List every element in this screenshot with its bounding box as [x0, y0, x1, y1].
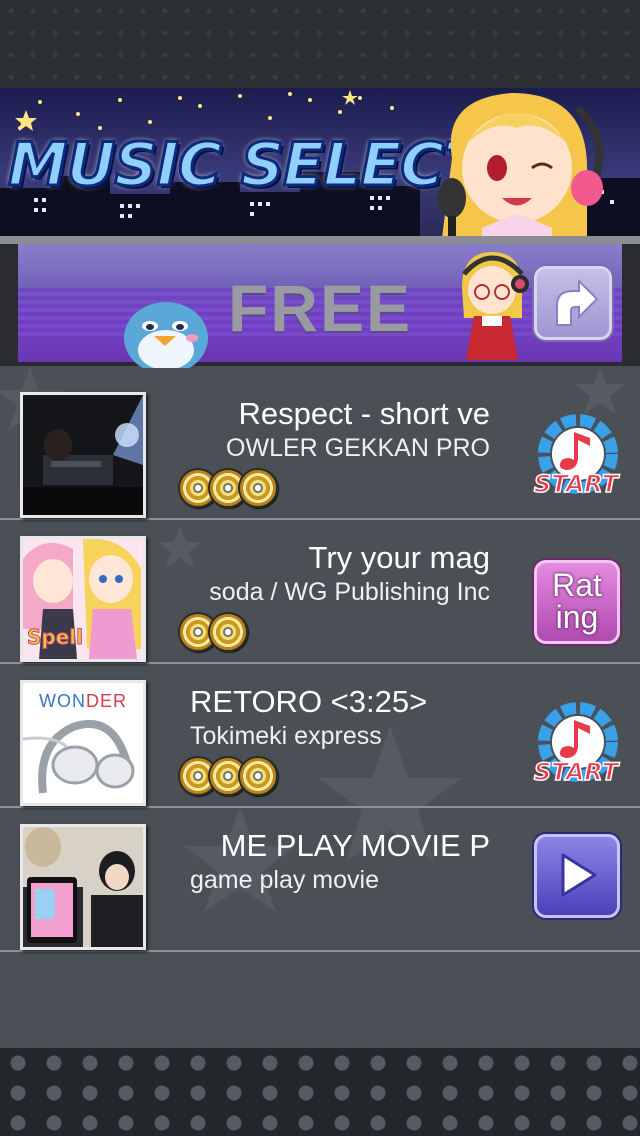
play-movie-button[interactable] [534, 834, 620, 918]
play-icon [561, 853, 597, 897]
people-photo-icon [23, 827, 143, 947]
song-title: ME PLAY MOVIE P [220, 828, 490, 863]
start-label: START [534, 758, 620, 786]
song-title: Respect - short ve [238, 396, 490, 431]
song-thumbnail [20, 824, 146, 950]
song-artist: soda / WG Publishing Inc [209, 578, 490, 606]
song-artist: Tokimeki express [190, 722, 382, 750]
song-row[interactable]: Spell Try your mag soda / WG Publishing … [0, 520, 640, 664]
rating-button[interactable]: Rat ing [534, 560, 620, 644]
difficulty-discs [178, 756, 278, 800]
chibi-girl-icon [462, 252, 529, 360]
concert-photo-icon [23, 395, 143, 515]
penguin-mascot-icon [124, 302, 208, 368]
song-artist: OWLER GEKKAN PRO [226, 434, 490, 462]
song-thumbnail: Spell [20, 536, 146, 662]
song-row[interactable]: ME PLAY MOVIE P game play movie [0, 808, 640, 952]
song-row[interactable]: WONDER RETORO <3:25> Tokimeki express ST… [0, 664, 640, 808]
back-button[interactable] [534, 266, 612, 340]
thumb-label: Spell [27, 625, 84, 650]
start-button[interactable]: START [528, 412, 624, 502]
headphones-photo-icon [23, 719, 135, 794]
song-thumbnail: WONDER [20, 680, 146, 806]
mascot-girl-icon [438, 93, 604, 238]
gold-disc-icon [208, 612, 248, 652]
song-row[interactable]: Respect - short ve OWLER GEKKAN PRO STAR… [0, 376, 640, 520]
difficulty-discs [178, 468, 278, 512]
song-thumbnail [20, 392, 146, 518]
song-title: Try your mag [308, 540, 490, 575]
start-label: START [534, 470, 620, 498]
music-select-header: MUSIC SELECT [0, 88, 640, 238]
song-artist: game play movie [190, 866, 379, 894]
song-title: RETORO <3:25> [190, 684, 428, 719]
gold-disc-icon [238, 756, 278, 796]
bottom-dotted-border [0, 1048, 640, 1136]
rating-label-line-2: ing [555, 599, 599, 635]
header-divider [0, 236, 640, 244]
start-button[interactable]: START [528, 700, 624, 790]
rating-label-line-1: Rat [552, 567, 602, 603]
top-dotted-border [0, 0, 640, 88]
curved-arrow-icon [556, 278, 599, 326]
difficulty-discs [178, 612, 248, 656]
gold-disc-icon [238, 468, 278, 508]
page-title: MUSIC SELECT [6, 129, 485, 202]
